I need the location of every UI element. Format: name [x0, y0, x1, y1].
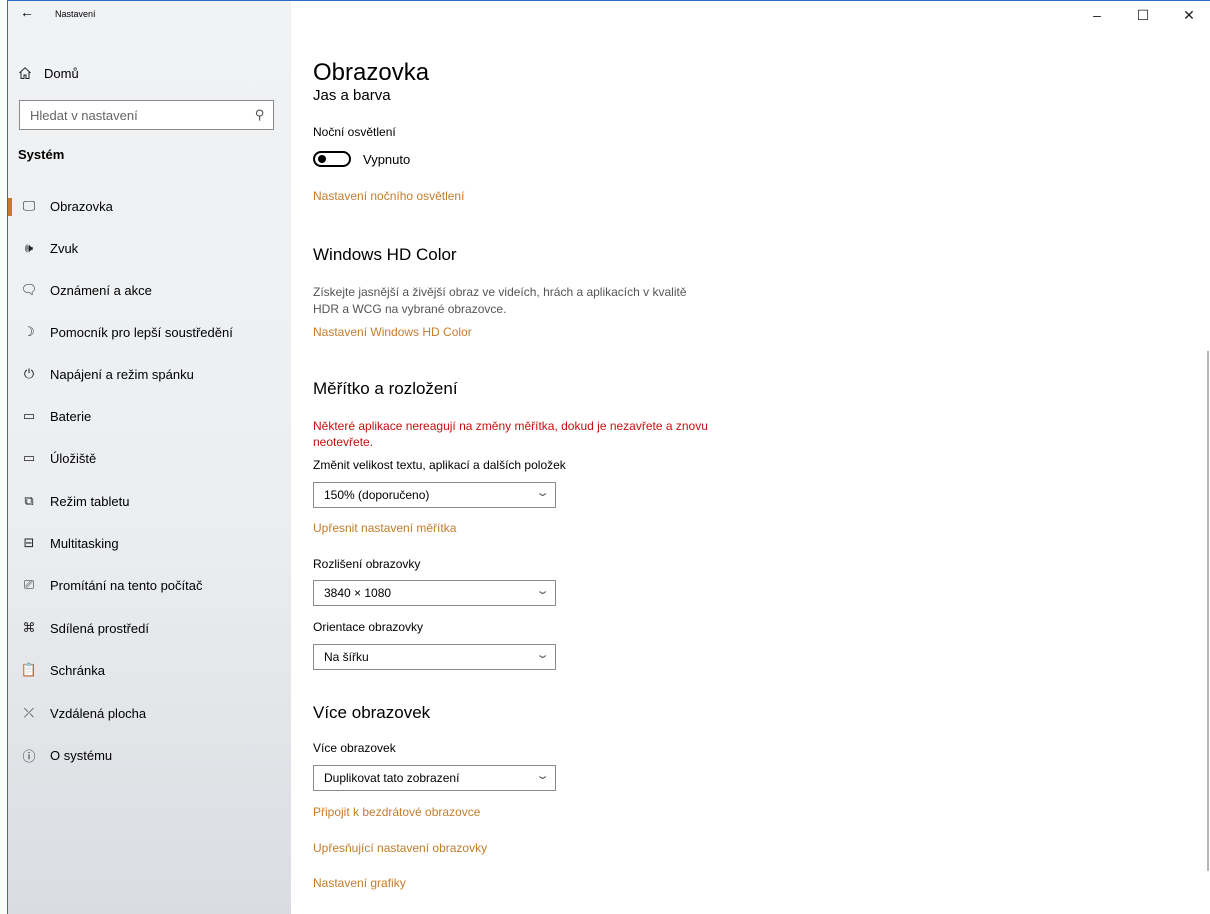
battery-icon: ▭	[22, 408, 36, 423]
multi-display-label: Více obrazovek	[313, 741, 396, 755]
multi-display-heading: Více obrazovek	[313, 703, 431, 722]
page-title: Obrazovka	[313, 59, 430, 86]
orientation-label: Orientace obrazovky	[313, 620, 424, 634]
sidebar-item-multitasking[interactable]: ⊟ Multitasking	[8, 528, 291, 558]
hd-color-description: Získejte jasnější a živější obraz ve vid…	[313, 285, 687, 316]
resolution-value: 3840 × 1080	[324, 586, 392, 600]
message-icon: 🗨	[20, 282, 38, 297]
sidebar-item-speaker[interactable]: 🕪 Zvuk	[8, 233, 291, 263]
night-light-label: Noční osvětlení	[313, 125, 396, 139]
sidebar-item-tablet[interactable]: ⧉ Režim tabletu	[8, 486, 291, 516]
hd-color-settings-link[interactable]: Nastavení Windows HD Color	[313, 325, 472, 339]
toggle-knob	[318, 155, 326, 163]
sidebar-item-label: Schránka	[50, 662, 105, 678]
chevron-down-icon: ⌄	[535, 487, 550, 499]
wireless-display-link[interactable]: Připojit k bezdrátové obrazovce	[313, 805, 480, 819]
sidebar-item-label: Pomocník pro lepší soustředění	[50, 324, 233, 340]
sidebar-item-storage[interactable]: ▭ Úložiště	[8, 443, 291, 473]
scale-value: 150% (doporučeno)	[324, 488, 430, 502]
scale-advanced-link[interactable]: Upřesnit nastavení měřítka	[313, 521, 456, 535]
sidebar-item-label: Sdílená prostředí	[50, 620, 150, 636]
graphics-settings-link[interactable]: Nastavení grafiky	[313, 876, 406, 890]
shared-experiences-icon: ⌘	[22, 620, 36, 635]
sidebar-item-power[interactable]: ⏻ Napájení a režim spánku	[8, 359, 291, 389]
remote-desktop-icon: ⤫	[23, 705, 35, 720]
scrollbar-thumb[interactable]	[1207, 351, 1209, 871]
sidebar-item-projecting[interactable]: ⎚ Promítání na tento počítač	[8, 570, 291, 600]
tablet-icon: ⧉	[24, 493, 34, 508]
main-content: Obrazovka Jas a barva Noční osvětlení Vy…	[291, 1, 1210, 914]
info-icon: ⓘ	[22, 748, 36, 764]
sidebar-item-label: Úložiště	[50, 450, 97, 466]
scrollbar[interactable]	[1204, 97, 1210, 914]
resolution-dropdown[interactable]: 3840 × 1080 ⌄	[313, 580, 556, 606]
app-title: Nastavení	[55, 9, 96, 19]
multi-display-value: Duplikovat tato zobrazení	[324, 771, 460, 785]
scale-label: Změnit velikost textu, aplikací a dalšíc…	[313, 458, 566, 472]
storage-icon: ▭	[22, 450, 36, 465]
sidebar-item-label: Zvuk	[50, 240, 79, 256]
search-box[interactable]: ⚲	[19, 100, 274, 130]
multitasking-icon: ⊟	[23, 535, 35, 550]
sidebar-item-battery[interactable]: ▭ Baterie	[8, 401, 291, 431]
resolution-label: Rozlišení obrazovky	[313, 557, 421, 571]
sidebar: ← Nastavení Domů ⚲ Systém 🖵 Obrazovka 🕪 Zvu…	[8, 1, 291, 914]
sidebar-item-label: Režim tabletu	[50, 493, 130, 509]
sidebar-item-shared-experiences[interactable]: ⌘ Sdílená prostředí	[8, 613, 291, 643]
sidebar-item-label: Promítání na tento počítač	[50, 577, 203, 593]
sidebar-item-monitor[interactable]: 🖵 Obrazovka	[8, 191, 291, 221]
speaker-icon: 🕪	[24, 240, 34, 255]
chevron-down-icon: ⌄	[535, 649, 550, 661]
scale-dropdown[interactable]: 150% (doporučeno) ⌄	[313, 482, 556, 508]
sidebar-item-label: Napájení a režim spánku	[50, 366, 194, 382]
power-icon: ⏻	[23, 366, 35, 381]
chevron-down-icon: ⌄	[535, 770, 550, 782]
sidebar-item-label: Multitasking	[50, 535, 119, 551]
back-arrow-icon[interactable]: ←	[20, 4, 34, 20]
night-light-settings-link[interactable]: Nastavení nočního osvětlení	[313, 189, 464, 203]
clipboard-icon: 📋	[20, 662, 38, 677]
sidebar-item-label: Oznámení a akce	[50, 282, 152, 298]
settings-window: ← Nastavení Domů ⚲ Systém 🖵 Obrazovka 🕪 Zvu…	[7, 0, 1210, 914]
home-icon	[19, 67, 31, 79]
home-nav-item[interactable]: Domů	[18, 63, 79, 83]
search-icon[interactable]: ⚲	[255, 107, 265, 123]
brightness-heading: Jas a barva	[313, 87, 391, 104]
sidebar-item-moon[interactable]: ☽ Pomocník pro lepší soustředění	[8, 317, 291, 347]
search-input[interactable]	[20, 106, 252, 124]
chevron-down-icon: ⌄	[535, 585, 550, 597]
night-light-toggle[interactable]	[313, 151, 351, 167]
hd-color-heading: Windows HD Color	[313, 245, 457, 264]
night-light-row: Vypnuto	[313, 151, 410, 167]
titlebar: ← Nastavení	[8, 1, 291, 35]
multi-display-dropdown[interactable]: Duplikovat tato zobrazení ⌄	[313, 765, 556, 791]
section-title: Systém	[18, 147, 65, 162]
sidebar-item-remote-desktop[interactable]: ⤫ Vzdálená plocha	[8, 698, 291, 728]
scale-heading: Měřítko a rozložení	[313, 379, 458, 398]
moon-icon: ☽	[23, 324, 35, 339]
orientation-dropdown[interactable]: Na šířku ⌄	[313, 644, 556, 670]
sidebar-item-label: Vzdálená plocha	[50, 705, 147, 721]
projecting-icon: ⎚	[23, 577, 35, 592]
sidebar-item-info[interactable]: ⓘ O systému	[8, 740, 291, 770]
home-label: Domů	[44, 65, 79, 81]
scale-warning: Některé aplikace nereagují na změny měří…	[313, 419, 708, 449]
orientation-value: Na šířku	[324, 650, 369, 664]
sidebar-item-clipboard[interactable]: 📋 Schránka	[8, 655, 291, 685]
sidebar-item-message[interactable]: 🗨 Oznámení a akce	[8, 275, 291, 305]
monitor-icon: 🖵	[22, 198, 36, 213]
sidebar-item-label: O systému	[50, 747, 113, 763]
sidebar-item-label: Obrazovka	[50, 198, 113, 214]
night-light-state: Vypnuto	[363, 151, 411, 167]
sidebar-item-label: Baterie	[50, 408, 92, 424]
advanced-display-link[interactable]: Upřesňující nastavení obrazovky	[313, 841, 487, 855]
